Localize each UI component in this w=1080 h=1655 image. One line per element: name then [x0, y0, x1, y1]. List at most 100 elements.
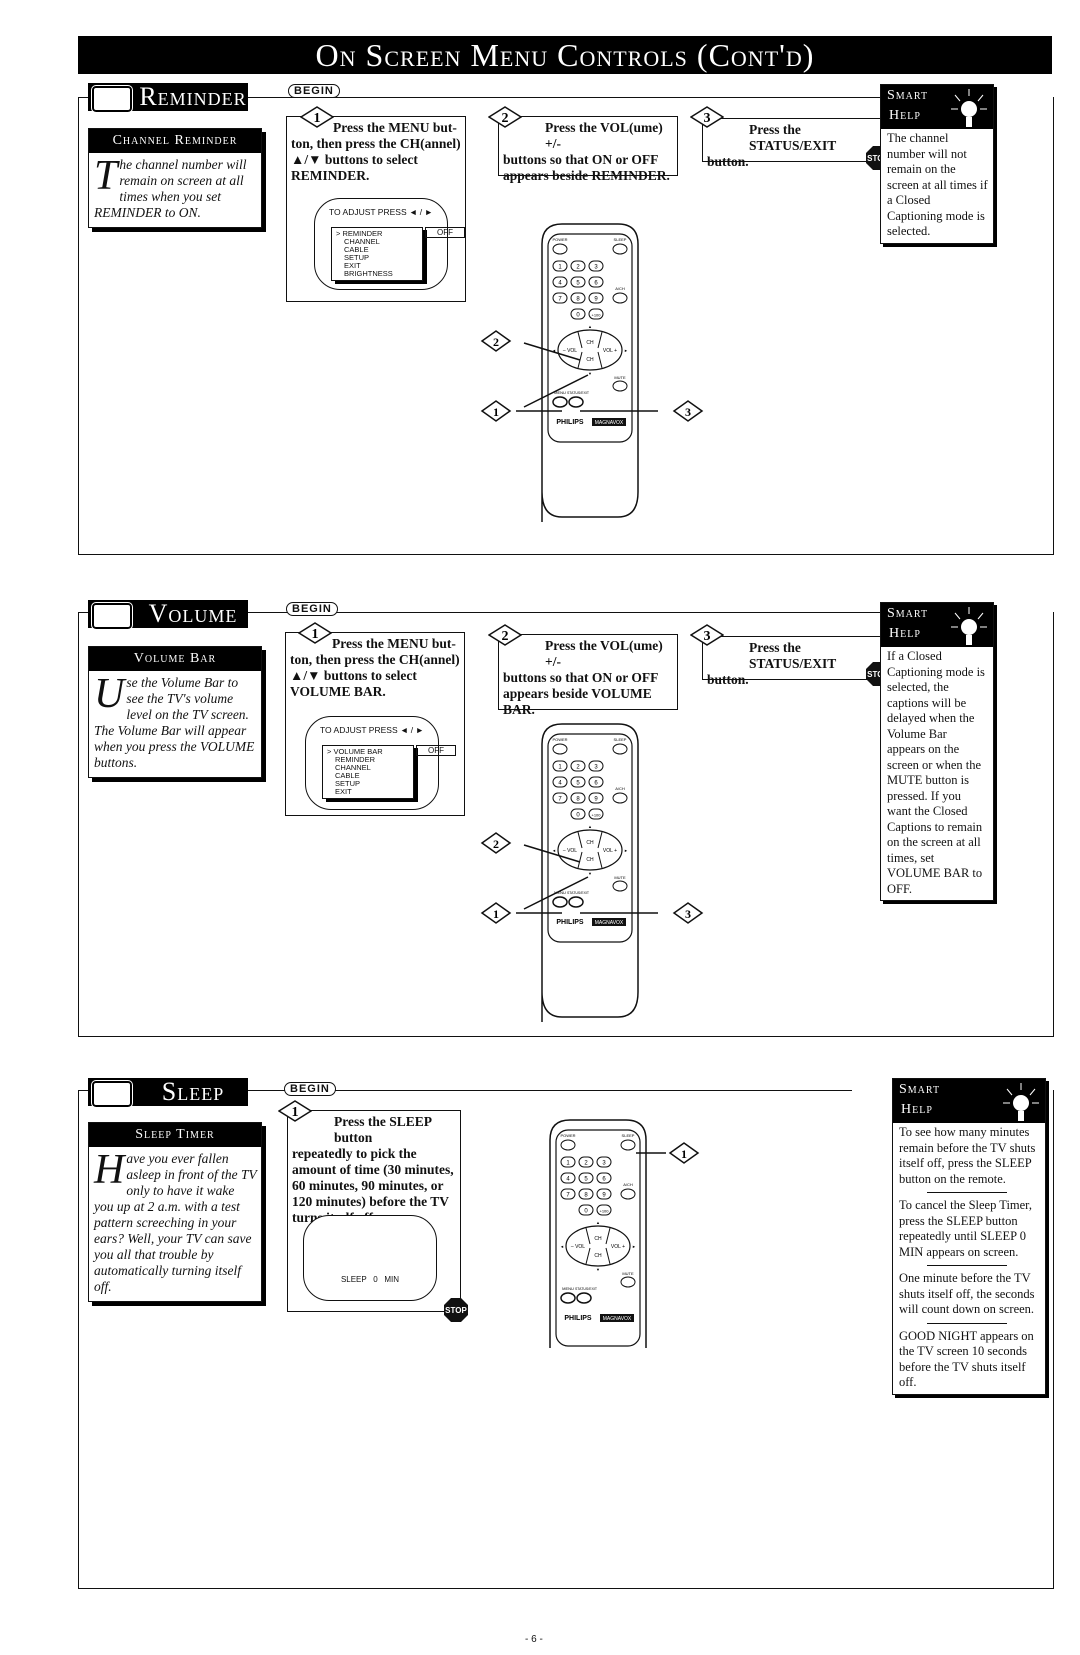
smart-help-paragraph: To see how many minutes remain before th… — [899, 1125, 1036, 1186]
step-3-box: Press the STATUS/EXIT button. — [702, 636, 892, 687]
power-label: POWER — [552, 737, 567, 742]
svg-text:1: 1 — [312, 627, 319, 642]
divider — [927, 1322, 1007, 1324]
svg-text:3: 3 — [704, 629, 711, 644]
smart-help-text: The channel number will not remain on th… — [887, 131, 988, 238]
alt-ch-button — [612, 792, 628, 804]
osd-header: TO ADJUST PRESS ◄ / ► — [329, 207, 433, 217]
svg-text:1: 1 — [292, 1105, 299, 1120]
svg-text:1: 1 — [493, 907, 499, 921]
intro-heading: Sleep Timer — [89, 1123, 261, 1147]
number-key-label: +100 — [591, 313, 601, 318]
step-1-badge-icon: 1 — [299, 106, 335, 128]
osd-screen: TO ADJUST PRESS ◄ / ► > VOLUME BAR REMIN… — [305, 716, 456, 810]
osd-screen: SLEEP 0 MIN — [303, 1215, 437, 1301]
section-title: Reminder — [88, 83, 248, 113]
ch-up-arrow-icon: ▲ — [596, 1220, 600, 1225]
smart-help-paragraph: GOOD NIGHT appears on the TV screen 10 s… — [899, 1328, 1034, 1390]
svg-text:2: 2 — [502, 629, 509, 644]
ch-down-label: CH — [594, 1253, 602, 1259]
divider — [927, 1265, 1007, 1266]
step-3-box: Press the STATUS/EXIT button. — [702, 118, 892, 169]
power-label: POWER — [552, 237, 567, 242]
power-button — [552, 243, 568, 255]
sleep-label: SLEEP — [622, 1133, 635, 1138]
brand-philips: PHILIPS — [564, 1315, 592, 1322]
step-1-badge-icon: 1 — [277, 1100, 313, 1122]
mute-label: MUTE — [622, 1271, 634, 1276]
vol-left-arrow-icon: ◄ — [560, 1244, 564, 1249]
step-3-badge-icon: 3 — [689, 106, 725, 128]
svg-text:STOP: STOP — [445, 1306, 467, 1315]
vol-minus-label: – VOL — [571, 1244, 585, 1250]
alt-ch-button — [620, 1188, 636, 1200]
lightbulb-icon — [951, 607, 987, 645]
sleep-label: SLEEP — [614, 237, 627, 242]
step-2-badge-icon: 2 — [487, 106, 523, 128]
drop-cap: H — [94, 1147, 125, 1193]
intro-heading: Channel Reminder — [89, 129, 261, 153]
section-title: Volume — [88, 600, 248, 630]
begin-label: BEGIN — [284, 1082, 336, 1096]
section-title: Sleep — [88, 1078, 248, 1108]
alt-ch-button — [612, 292, 628, 304]
smart-help-paragraph: One minute before the TV shuts itself of… — [899, 1271, 1035, 1316]
svg-text:3: 3 — [685, 907, 691, 921]
power-button — [560, 1139, 576, 1151]
smart-help-text: If a Closed Captioning mode is selected,… — [887, 649, 985, 896]
sleep-button — [612, 743, 628, 755]
osd-menu: > VOLUME BAR REMINDER CHANNEL CABLE SETU… — [322, 745, 414, 799]
lightbulb-icon — [951, 89, 987, 127]
svg-text:3: 3 — [685, 405, 691, 419]
number-key-label: +100 — [599, 1209, 609, 1214]
divider — [927, 1192, 1007, 1193]
begin-label: BEGIN — [286, 602, 338, 616]
begin-label: BEGIN — [288, 84, 340, 98]
osd-header: TO ADJUST PRESS ◄ / ► — [320, 725, 424, 735]
drop-cap: U — [94, 671, 125, 717]
osd-menu: > REMINDER CHANNEL CABLE SETUP EXIT BRIG… — [331, 227, 423, 281]
intro-box: Volume Bar Use the Volume Bar to see the… — [88, 646, 262, 778]
step-pointers: 2 1 3 — [480, 330, 704, 422]
step-2-box: Press the VOL(ume) +/- buttons so that O… — [498, 116, 678, 183]
ch-up-label: CH — [594, 1236, 602, 1242]
drop-cap: T — [94, 153, 118, 199]
svg-text:2: 2 — [493, 335, 499, 349]
number-key-label: +100 — [591, 813, 601, 818]
status-exit-button — [576, 1292, 592, 1304]
alt-ch-label: A/CH — [615, 286, 625, 291]
power-button — [552, 743, 568, 755]
vol-plus-label: VOL + — [611, 1244, 625, 1250]
menu-button — [560, 1292, 576, 1304]
osd-sleep-value: SLEEP 0 MIN — [340, 1275, 400, 1284]
lightbulb-icon — [1003, 1083, 1039, 1121]
step-2-badge-icon: 2 — [487, 624, 523, 646]
osd-value: OFF — [425, 227, 465, 238]
mute-button — [620, 1276, 636, 1288]
intro-box: Sleep Timer Have you ever fallen asleep … — [88, 1122, 262, 1302]
page-number: - 6 - — [525, 1634, 543, 1645]
osd-value: OFF — [416, 745, 456, 756]
osd-screen: TO ADJUST PRESS ◄ / ► > REMINDER CHANNEL… — [314, 198, 465, 290]
smart-help-box: Smart Help The channel number will not r… — [880, 84, 994, 244]
svg-text:2: 2 — [493, 837, 499, 851]
stop-icon: STOP — [444, 1298, 468, 1322]
smart-help-box: Smart Help If a Closed Captioning mode i… — [880, 602, 994, 901]
power-label: POWER — [560, 1133, 575, 1138]
alt-ch-label: A/CH — [615, 786, 625, 791]
intro-box: Channel Reminder The channel number will… — [88, 128, 262, 228]
vol-right-arrow-icon: ► — [632, 1244, 636, 1249]
svg-text:1: 1 — [681, 1147, 687, 1161]
step-1-badge-icon: 1 — [297, 622, 333, 644]
intro-heading: Volume Bar — [89, 647, 261, 671]
step-pointers: 2 1 3 — [480, 832, 704, 924]
ch-down-arrow-icon: ▼ — [596, 1267, 600, 1272]
alt-ch-label: A/CH — [623, 1182, 633, 1187]
sleep-button — [612, 243, 628, 255]
sleep-button — [620, 1139, 636, 1151]
svg-text:2: 2 — [502, 111, 509, 126]
step-3-badge-icon: 3 — [689, 624, 725, 646]
brand-magnavox: MAGNAVOX — [603, 1316, 632, 1322]
svg-text:1: 1 — [493, 405, 499, 419]
step-pointer: 1 — [636, 1142, 700, 1164]
